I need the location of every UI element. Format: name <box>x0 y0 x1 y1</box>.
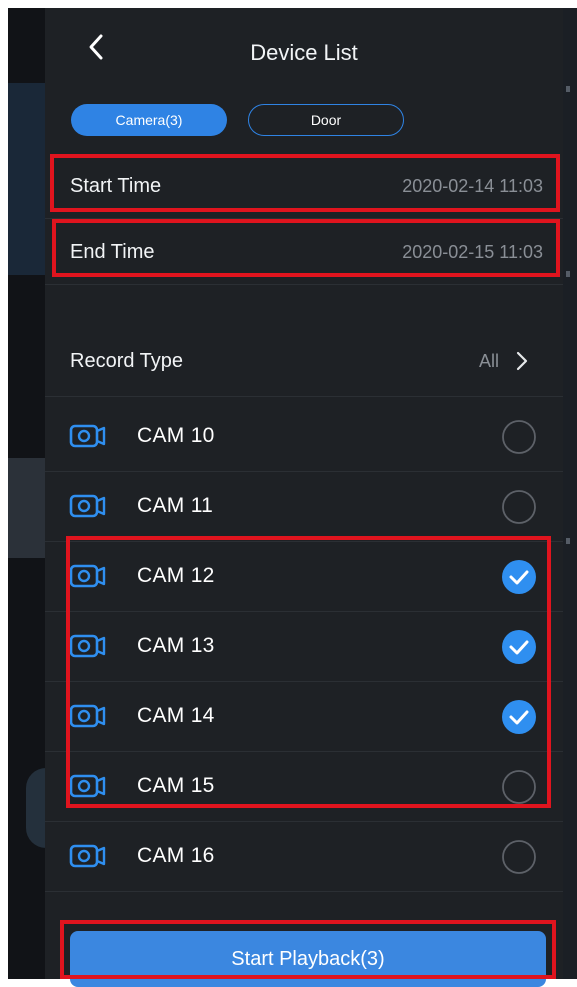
chevron-right-icon <box>516 351 528 371</box>
empty-circle-icon[interactable] <box>500 768 538 806</box>
check-circle-icon[interactable] <box>500 628 538 666</box>
camera-icon <box>69 424 106 448</box>
camera-label: CAM 16 <box>137 844 215 867</box>
end-time-value: 2020-02-15 11:03 <box>402 242 543 262</box>
start-time-row[interactable]: Start Time 2020-02-14 11:03 <box>45 154 563 219</box>
camera-row[interactable]: CAM 16 <box>45 821 563 892</box>
tab-door[interactable]: Door <box>248 104 404 136</box>
end-time-label: End Time <box>70 241 155 263</box>
record-type-label: Record Type <box>70 350 184 372</box>
camera-row[interactable]: CAM 14 <box>45 681 563 752</box>
camera-label: CAM 10 <box>137 424 215 447</box>
camera-icon <box>69 494 106 518</box>
end-time-row[interactable]: End Time 2020-02-15 11:03 <box>45 220 563 285</box>
background-right-panel <box>563 8 577 979</box>
camera-row[interactable]: CAM 15 <box>45 751 563 822</box>
record-type-row[interactable]: Record Type All <box>45 326 563 397</box>
page-title: Device List <box>250 40 358 65</box>
camera-icon <box>69 564 106 588</box>
check-circle-icon[interactable] <box>500 558 538 596</box>
header: Device List <box>45 8 563 88</box>
empty-circle-icon[interactable] <box>500 488 538 526</box>
camera-label: CAM 12 <box>137 564 215 587</box>
camera-label: CAM 15 <box>137 774 215 797</box>
background-left-panel <box>8 8 66 979</box>
camera-icon <box>69 704 106 728</box>
camera-label: CAM 13 <box>137 634 215 657</box>
start-time-value: 2020-02-14 11:03 <box>402 176 543 196</box>
camera-icon <box>69 774 106 798</box>
start-time-label: Start Time <box>70 175 162 197</box>
camera-row[interactable]: CAM 12 <box>45 541 563 612</box>
camera-row[interactable]: CAM 10 <box>45 401 563 472</box>
empty-circle-icon[interactable] <box>500 418 538 456</box>
camera-row[interactable]: CAM 13 <box>45 611 563 682</box>
camera-row[interactable]: CAM 11 <box>45 471 563 542</box>
record-type-value: All <box>478 351 499 371</box>
camera-icon <box>69 844 106 868</box>
camera-icon <box>69 634 106 658</box>
device-list-drawer: Device List Camera(3) Door Start Time 20… <box>45 8 563 987</box>
check-circle-icon[interactable] <box>500 698 538 736</box>
empty-circle-icon[interactable] <box>500 838 538 876</box>
tab-camera[interactable]: Camera(3) <box>71 104 227 136</box>
camera-label: CAM 14 <box>137 704 215 727</box>
camera-label: CAM 11 <box>137 494 214 517</box>
